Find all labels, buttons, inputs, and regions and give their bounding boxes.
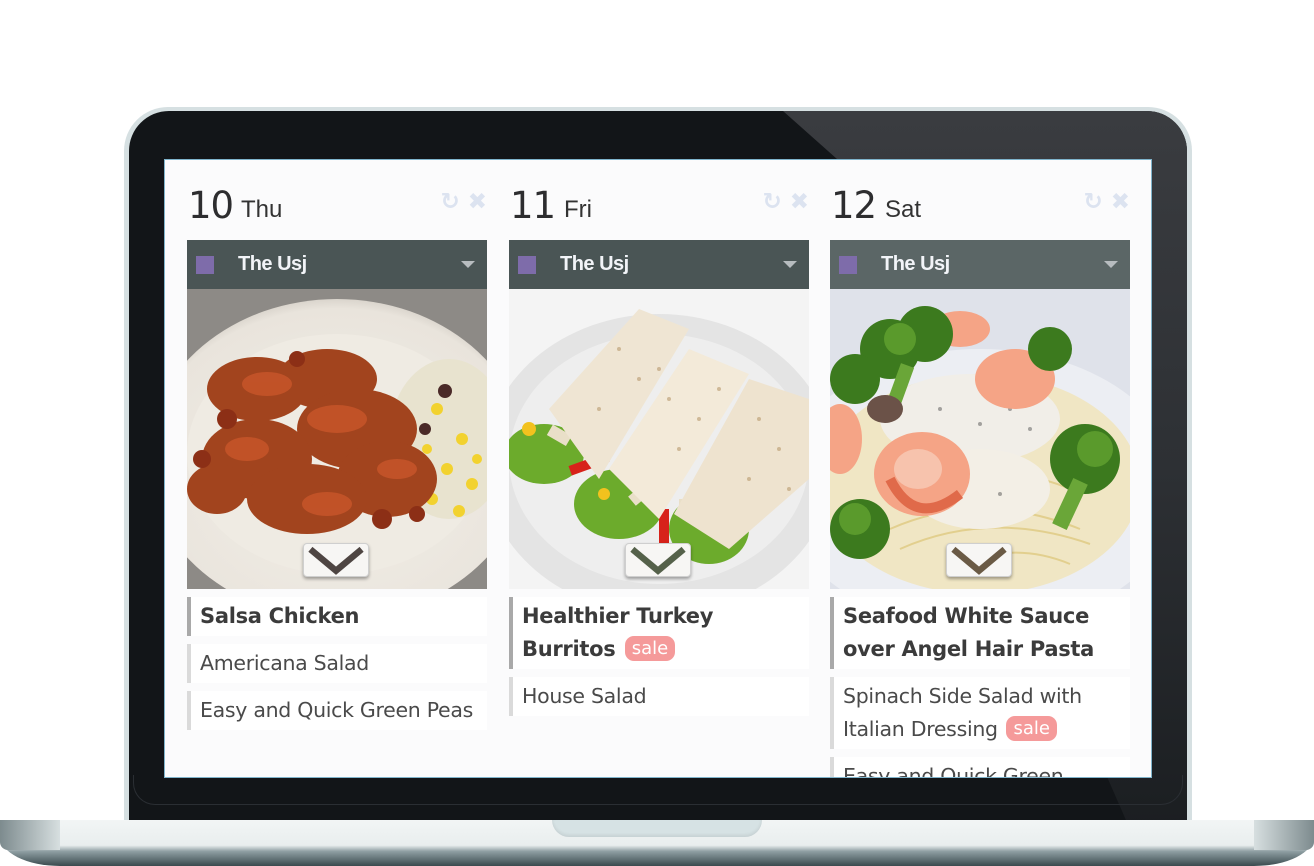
restaurant-color-swatch <box>839 255 857 274</box>
day-actions: ↻ ✖ <box>1083 188 1130 216</box>
expand-meal-button[interactable] <box>625 543 691 577</box>
refresh-icon[interactable]: ↻ <box>1083 189 1102 215</box>
bezel-inner-edge <box>133 775 1183 805</box>
day-name: Sat <box>885 196 922 223</box>
list-item-main-dish[interactable]: Healthier Turkey Burritos sale <box>509 597 809 669</box>
meal-photo <box>830 289 1130 589</box>
day-column-sat: 12 Sat ↻ ✖ The Usj Seafood White Sauce o… <box>830 160 1130 777</box>
chevron-down-icon <box>308 546 364 575</box>
laptop-opening-notch <box>552 820 762 837</box>
meal-items-list: Healthier Turkey Burritos sale House Sal… <box>509 597 809 724</box>
expand-meal-button[interactable] <box>946 543 1012 577</box>
day-actions: ↻ ✖ <box>440 188 487 216</box>
caret-down-icon[interactable] <box>783 261 797 268</box>
caret-down-icon[interactable] <box>461 261 475 268</box>
list-item-side-dish[interactable]: Easy and Quick Green Peas <box>187 691 487 730</box>
restaurant-name: The Usj <box>560 253 629 275</box>
meal-items-list: Seafood White Sauce over Angel Hair Past… <box>830 597 1130 777</box>
caret-down-icon[interactable] <box>1104 261 1118 268</box>
expand-meal-button[interactable] <box>303 543 369 577</box>
day-number: 11 <box>510 184 556 227</box>
list-item-main-dish[interactable]: Salsa Chicken <box>187 597 487 636</box>
list-item-side-dish[interactable]: Spinach Side Salad with Italian Dressing… <box>830 677 1130 749</box>
list-item-main-dish[interactable]: Seafood White Sauce over Angel Hair Past… <box>830 597 1130 669</box>
restaurant-selector[interactable]: The Usj <box>509 240 809 289</box>
restaurant-selector[interactable]: The Usj <box>830 240 1130 289</box>
day-column-thu: 10 Thu ↻ ✖ The Usj Salsa Chicken America… <box>187 160 487 777</box>
app-screen: 10 Thu ↻ ✖ The Usj Salsa Chicken America… <box>164 159 1152 778</box>
day-number: 10 <box>188 184 234 227</box>
day-name: Fri <box>564 196 592 223</box>
meal-photo <box>509 289 809 589</box>
close-icon[interactable]: ✖ <box>468 189 487 215</box>
chevron-down-icon <box>630 546 686 575</box>
day-header: 11 Fri ↻ ✖ <box>509 182 809 230</box>
restaurant-selector[interactable]: The Usj <box>187 240 487 289</box>
sale-badge: sale <box>624 636 676 661</box>
refresh-icon[interactable]: ↻ <box>762 189 781 215</box>
day-actions: ↻ ✖ <box>762 188 809 216</box>
list-item-side-dish[interactable]: House Salad <box>509 677 809 716</box>
day-name: Thu <box>241 196 283 223</box>
meal-items-list: Salsa Chicken Americana Salad Easy and Q… <box>187 597 487 738</box>
chevron-down-icon <box>951 546 1007 575</box>
restaurant-name: The Usj <box>881 253 950 275</box>
refresh-icon[interactable]: ↻ <box>440 189 459 215</box>
meal-photo <box>187 289 487 589</box>
restaurant-color-swatch <box>518 255 536 274</box>
sale-badge: sale <box>1006 716 1057 741</box>
day-header: 12 Sat ↻ ✖ <box>830 182 1130 230</box>
day-column-fri: 11 Fri ↻ ✖ The Usj Healthier Turkey Burr… <box>509 160 809 777</box>
day-number: 12 <box>831 184 877 227</box>
close-icon[interactable]: ✖ <box>1111 189 1130 215</box>
day-header: 10 Thu ↻ ✖ <box>187 182 487 230</box>
list-item-side-dish[interactable]: Americana Salad <box>187 644 487 683</box>
close-icon[interactable]: ✖ <box>790 189 809 215</box>
list-item-side-dish[interactable]: Easy and Quick Green <box>830 757 1130 777</box>
restaurant-color-swatch <box>196 255 214 274</box>
restaurant-name: The Usj <box>238 253 307 275</box>
